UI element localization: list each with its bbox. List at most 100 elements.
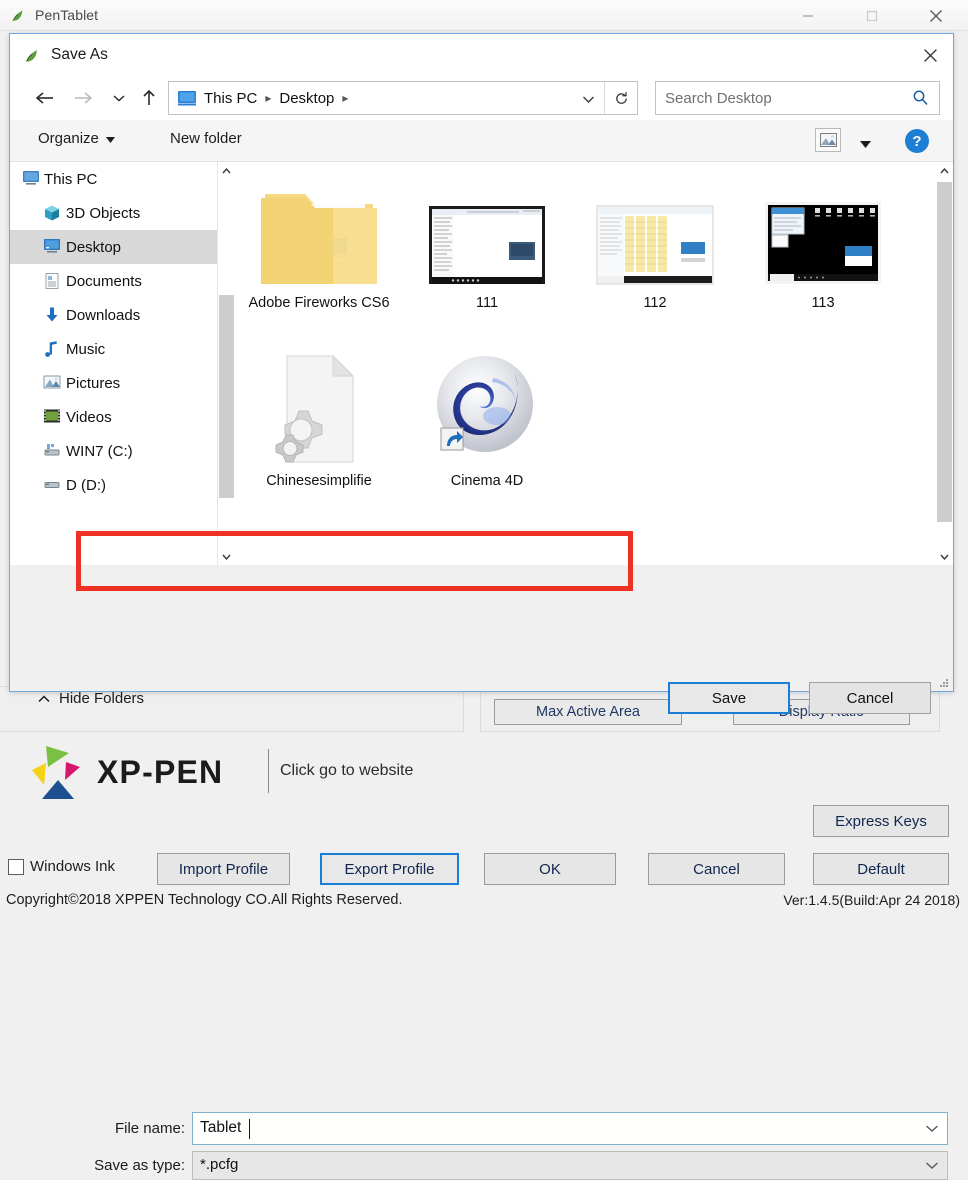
close-icon[interactable] — [907, 34, 953, 76]
nav-item-pictures[interactable]: Pictures — [10, 366, 217, 400]
save-as-type-select[interactable]: *.pcfg — [192, 1151, 948, 1180]
xp-pen-logo-icon[interactable] — [28, 743, 90, 805]
close-icon[interactable] — [904, 0, 968, 31]
max-active-area-label: Max Active Area — [536, 704, 640, 720]
breadcrumb-this-pc[interactable]: This PC — [203, 90, 258, 107]
file-name-label: File name: — [114, 1120, 185, 1137]
file-list-scrollbar[interactable] — [936, 162, 953, 565]
videos-icon — [43, 408, 61, 426]
list-item[interactable]: Adobe Fireworks CS6 — [236, 172, 402, 342]
forward-arrow-icon[interactable] — [66, 82, 100, 114]
save-button[interactable]: Save — [668, 682, 790, 714]
export-profile-button[interactable]: Export Profile — [320, 853, 459, 885]
nav-item-d-drive[interactable]: D (D:) — [10, 468, 217, 502]
cancel-label: Cancel — [693, 860, 740, 878]
save-as-dialog: Save As This PC ▸ Desktop ▸ Search Deskt… — [9, 33, 954, 1180]
app-titlebar: PenTablet — [0, 0, 968, 31]
nav-label: Downloads — [66, 306, 141, 324]
nav-item-win7-c[interactable]: WIN7 (C:) — [10, 434, 217, 468]
nav-item-this-pc[interactable]: This PC — [10, 162, 217, 196]
max-active-area-button[interactable]: Max Active Area — [494, 699, 682, 725]
nav-item-videos[interactable]: Videos — [10, 400, 217, 434]
help-button[interactable]: ? — [905, 129, 929, 153]
sidebar-item-desktop[interactable]: Desktop — [10, 230, 217, 264]
hard-drive-icon — [43, 476, 61, 494]
file-label: 113 — [811, 295, 835, 311]
list-item[interactable]: Cinema 4D — [404, 350, 570, 520]
scrollbar-track[interactable] — [218, 179, 235, 509]
list-item[interactable]: 112 — [572, 172, 738, 342]
nav-label: 3D Objects — [66, 204, 141, 222]
breadcrumb-desktop[interactable]: Desktop — [278, 90, 335, 107]
file-name-field[interactable]: Tablet — [192, 1112, 948, 1145]
default-button[interactable]: Default — [813, 853, 949, 885]
view-layout-icon[interactable] — [815, 128, 841, 152]
search-icon[interactable] — [912, 89, 929, 111]
nav-label: This PC — [44, 170, 98, 188]
music-icon — [43, 340, 61, 358]
import-profile-label: Import Profile — [178, 860, 269, 878]
3d-objects-icon — [43, 204, 61, 222]
chevron-down-icon[interactable] — [582, 91, 595, 109]
resize-grip[interactable] — [938, 677, 950, 689]
chevron-down-icon[interactable] — [925, 1157, 939, 1175]
scrollbar-thumb[interactable] — [937, 182, 952, 522]
nav-label: Pictures — [66, 374, 121, 392]
list-item[interactable]: 111 — [404, 172, 570, 342]
search-input[interactable]: Search Desktop — [655, 81, 940, 115]
dialog-titlebar: Save As — [10, 34, 953, 76]
cancel-label: Cancel — [846, 689, 894, 707]
new-folder-button[interactable]: New folder — [170, 130, 242, 147]
file-label: Cinema 4D — [450, 473, 524, 489]
nav-item-downloads[interactable]: Downloads — [10, 298, 217, 332]
ok-button[interactable]: OK — [484, 853, 616, 885]
nav-item-music[interactable]: Music — [10, 332, 217, 366]
scroll-up-icon[interactable] — [218, 162, 235, 179]
list-item[interactable]: Chinesesimplifie — [236, 350, 402, 520]
this-pc-icon — [177, 90, 197, 107]
nav-item-documents[interactable]: Documents — [10, 264, 217, 298]
nav-label: D (D:) — [66, 476, 106, 494]
nav-item-3d-objects[interactable]: 3D Objects — [10, 196, 217, 230]
minimize-icon[interactable] — [776, 0, 840, 31]
website-link[interactable]: Click go to website — [280, 762, 413, 780]
hide-folders-label: Hide Folders — [59, 690, 145, 707]
hard-drive-icon — [43, 442, 61, 460]
address-bar[interactable]: This PC ▸ Desktop ▸ — [168, 81, 638, 115]
scroll-down-icon[interactable] — [936, 548, 953, 565]
scroll-up-icon[interactable] — [936, 162, 953, 179]
chevron-down-icon[interactable] — [860, 135, 871, 153]
file-label: Adobe Fireworks CS6 — [248, 295, 390, 311]
organize-label: Organize — [38, 130, 99, 147]
file-label: 112 — [643, 295, 667, 311]
windows-ink-checkbox[interactable]: Windows Ink — [8, 858, 115, 875]
import-profile-button[interactable]: Import Profile — [157, 853, 290, 885]
ok-label: OK — [539, 860, 561, 878]
maximize-icon[interactable] — [840, 0, 904, 31]
scrollbar-thumb[interactable] — [219, 295, 234, 498]
downloads-icon — [43, 306, 61, 324]
xp-pen-wordmark: XP-PEN — [97, 754, 224, 790]
chevron-down-icon — [105, 130, 115, 147]
hide-folders-button[interactable]: Hide Folders — [38, 690, 144, 707]
breadcrumb-separator: ▸ — [342, 91, 349, 105]
chevron-down-icon[interactable] — [925, 1120, 939, 1138]
refresh-icon[interactable] — [604, 82, 637, 114]
cancel-button[interactable]: Cancel — [648, 853, 785, 885]
scroll-down-icon[interactable] — [218, 548, 235, 565]
breadcrumb-separator: ▸ — [265, 91, 272, 105]
recent-locations-icon[interactable] — [106, 82, 132, 114]
organize-button[interactable]: Organize — [38, 130, 115, 147]
file-list[interactable]: Adobe Fireworks CS6 111 112 113 Chineses… — [236, 162, 936, 565]
windows-ink-label: Windows Ink — [30, 858, 116, 875]
dialog-cancel-button[interactable]: Cancel — [809, 682, 931, 714]
back-arrow-icon[interactable] — [28, 82, 62, 114]
up-arrow-icon[interactable] — [134, 82, 164, 114]
file-name-value: Tablet — [200, 1119, 242, 1136]
dialog-form: File name: Tablet Save as type: *.pcfg — [10, 565, 953, 1180]
navigation-pane-scrollbar[interactable] — [218, 162, 235, 565]
pen-tablet-icon — [10, 7, 26, 23]
express-keys-button[interactable]: Express Keys — [813, 805, 949, 837]
list-item[interactable]: 113 — [740, 172, 906, 342]
nav-label: WIN7 (C:) — [66, 442, 133, 460]
